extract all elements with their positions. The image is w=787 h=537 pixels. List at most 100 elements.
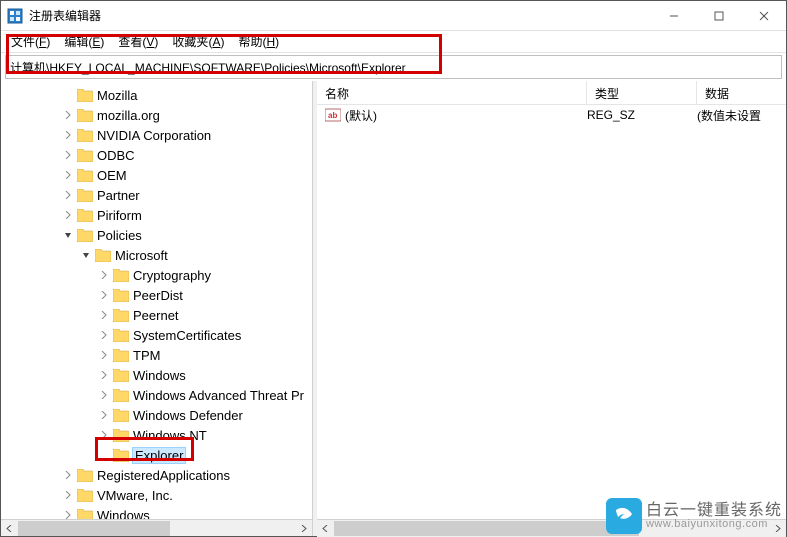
tree-item[interactable]: Policies [1, 225, 312, 245]
tree-item-label: Partner [97, 188, 140, 203]
tree-item-label: Windows [133, 368, 186, 383]
tree-item[interactable]: Piriform [1, 205, 312, 225]
tree-item[interactable]: Explorer [1, 445, 312, 465]
chevron-right-icon[interactable] [97, 308, 111, 322]
tree-item-label: Microsoft [115, 248, 168, 263]
tree-item[interactable]: Partner [1, 185, 312, 205]
tree-item[interactable]: Mozilla [1, 85, 312, 105]
watermark-title: 白云一键重装系统 [646, 503, 782, 519]
folder-icon [77, 228, 93, 242]
close-button[interactable] [741, 1, 786, 31]
maximize-button[interactable] [696, 1, 741, 31]
folder-icon [113, 288, 129, 302]
tree-pane: Mozilla mozilla.orgNVIDIA CorporationODBC… [1, 81, 313, 536]
tree-item-label: Mozilla [97, 88, 137, 103]
chevron-right-icon[interactable] [97, 348, 111, 362]
column-header-data[interactable]: 数据 [697, 81, 786, 104]
tree-item[interactable]: Microsoft [1, 245, 312, 265]
folder-icon [77, 468, 93, 482]
folder-icon [77, 88, 93, 102]
scroll-left-button[interactable] [1, 520, 18, 537]
chevron-right-icon[interactable] [61, 468, 75, 482]
column-header-name[interactable]: 名称 [317, 81, 587, 104]
value-data: (数值未设置 [697, 107, 786, 124]
tree-item[interactable]: Windows [1, 505, 312, 519]
app-icon [7, 8, 23, 24]
tree-item[interactable]: Windows Defender [1, 405, 312, 425]
scroll-thumb[interactable] [334, 521, 639, 536]
tree-item[interactable]: NVIDIA Corporation [1, 125, 312, 145]
chevron-down-icon[interactable] [61, 228, 75, 242]
chevron-right-icon[interactable] [97, 368, 111, 382]
chevron-right-icon[interactable] [97, 288, 111, 302]
folder-icon [77, 208, 93, 222]
tree-item-label: Peernet [133, 308, 179, 323]
tree-item[interactable]: VMware, Inc. [1, 485, 312, 505]
chevron-right-icon[interactable] [61, 108, 75, 122]
values-body[interactable]: ab(默认)REG_SZ(数值未设置 [317, 105, 786, 519]
values-header: 名称 类型 数据 [317, 81, 786, 105]
chevron-down-icon[interactable] [79, 248, 93, 262]
tree-horizontal-scrollbar[interactable] [1, 519, 312, 536]
tree-item[interactable]: Cryptography [1, 265, 312, 285]
value-name: (默认) [345, 107, 377, 124]
scroll-right-button[interactable] [295, 520, 312, 537]
chevron-right-icon[interactable] [61, 168, 75, 182]
column-header-type[interactable]: 类型 [587, 81, 697, 104]
menu-edit[interactable]: 编辑(E) [64, 33, 104, 50]
menu-bar: 文件(F) 编辑(E) 查看(V) 收藏夹(A) 帮助(H) [1, 31, 786, 53]
chevron-right-icon[interactable] [61, 208, 75, 222]
tree-item-label: Windows Advanced Threat Pr [133, 388, 304, 403]
menu-help[interactable]: 帮助(H) [238, 33, 279, 50]
minimize-button[interactable] [651, 1, 696, 31]
scroll-left-button[interactable] [317, 520, 334, 537]
chevron-right-icon[interactable] [61, 128, 75, 142]
chevron-right-icon[interactable] [97, 268, 111, 282]
folder-icon [113, 268, 129, 282]
watermark-text: 白云一键重装系统 www.baiyunxitong.com [646, 503, 782, 530]
folder-icon [113, 328, 129, 342]
tree-item[interactable]: Windows Advanced Threat Pr [1, 385, 312, 405]
tree-item-label: Windows Defender [133, 408, 243, 423]
address-bar[interactable]: 计算机\HKEY_LOCAL_MACHINE\SOFTWARE\Policies… [5, 55, 782, 79]
folder-icon [77, 128, 93, 142]
tree-item[interactable]: Windows NT [1, 425, 312, 445]
window-title: 注册表编辑器 [29, 7, 651, 24]
chevron-right-icon[interactable] [97, 408, 111, 422]
value-row[interactable]: ab(默认)REG_SZ(数值未设置 [317, 105, 786, 125]
menu-file[interactable]: 文件(F) [11, 33, 50, 50]
menu-favorites[interactable]: 收藏夹(A) [172, 33, 224, 50]
tree-item[interactable]: RegisteredApplications [1, 465, 312, 485]
folder-icon [113, 368, 129, 382]
tree-item[interactable]: PeerDist [1, 285, 312, 305]
tree-item-label: SystemCertificates [133, 328, 241, 343]
chevron-right-icon[interactable] [97, 328, 111, 342]
chevron-right-icon[interactable] [97, 388, 111, 402]
tree-scroll[interactable]: Mozilla mozilla.orgNVIDIA CorporationODBC… [1, 81, 312, 519]
chevron-right-icon[interactable] [97, 428, 111, 442]
tree-item-label: PeerDist [133, 288, 183, 303]
chevron-right-icon[interactable] [61, 148, 75, 162]
tree-item[interactable]: Windows [1, 365, 312, 385]
tree-item-label: Windows NT [133, 428, 207, 443]
tree-item[interactable]: ODBC [1, 145, 312, 165]
tree-item[interactable]: Peernet [1, 305, 312, 325]
value-type: REG_SZ [587, 108, 697, 122]
folder-icon [77, 168, 93, 182]
tree-item[interactable]: OEM [1, 165, 312, 185]
folder-icon [77, 488, 93, 502]
menu-view[interactable]: 查看(V) [118, 33, 158, 50]
scroll-thumb[interactable] [18, 521, 170, 536]
tree-item-label: OEM [97, 168, 127, 183]
chevron-right-icon[interactable] [61, 508, 75, 519]
tree-item[interactable]: mozilla.org [1, 105, 312, 125]
watermark: 白云一键重装系统 www.baiyunxitong.com [606, 498, 782, 534]
chevron-right-icon[interactable] [61, 188, 75, 202]
chevron-right-icon[interactable] [61, 488, 75, 502]
scroll-track[interactable] [18, 520, 295, 537]
twisty-none [97, 448, 111, 462]
tree-item[interactable]: SystemCertificates [1, 325, 312, 345]
tree-item[interactable]: TPM [1, 345, 312, 365]
folder-icon [113, 428, 129, 442]
tree-item-label: Explorer [133, 448, 185, 463]
